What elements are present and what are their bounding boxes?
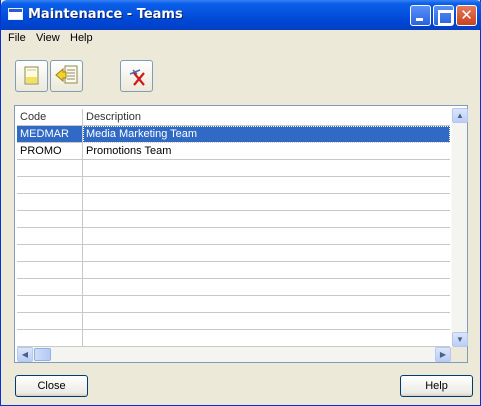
cell-code[interactable] bbox=[17, 313, 83, 330]
cell-code[interactable] bbox=[17, 279, 83, 296]
chevron-down-icon: ▼ bbox=[456, 335, 464, 344]
minimize-icon bbox=[411, 6, 430, 25]
title-bar[interactable]: Maintenance - Teams ✕ bbox=[1, 0, 481, 30]
chevron-left-icon: ◀ bbox=[21, 350, 29, 359]
cell-description[interactable]: Media Marketing Team bbox=[83, 126, 450, 143]
cell-description[interactable] bbox=[83, 228, 450, 245]
empty-row[interactable] bbox=[17, 245, 450, 262]
cell-code[interactable] bbox=[17, 296, 83, 313]
empty-row[interactable] bbox=[17, 296, 450, 313]
new-document-icon bbox=[24, 66, 39, 85]
menu-help[interactable]: Help bbox=[70, 32, 93, 44]
maintenance-teams-window: Maintenance - Teams ✕ File View Help Cod… bbox=[0, 0, 481, 406]
cell-description[interactable] bbox=[83, 245, 450, 262]
cell-description[interactable] bbox=[83, 160, 450, 177]
empty-row[interactable] bbox=[17, 211, 450, 228]
cell-code[interactable]: PROMO bbox=[17, 143, 83, 160]
cell-description[interactable] bbox=[83, 296, 450, 313]
cell-description[interactable]: Promotions Team bbox=[83, 143, 450, 160]
empty-row[interactable] bbox=[17, 330, 450, 347]
scroll-left-button[interactable]: ◀ bbox=[17, 347, 33, 362]
open-record-button[interactable] bbox=[50, 60, 83, 92]
delete-record-button[interactable] bbox=[120, 60, 153, 92]
cell-description[interactable] bbox=[83, 262, 450, 279]
column-header-code[interactable]: Code bbox=[17, 109, 83, 126]
cell-description[interactable] bbox=[83, 194, 450, 211]
scroll-down-button[interactable]: ▼ bbox=[452, 332, 468, 347]
cell-description[interactable] bbox=[83, 211, 450, 228]
cell-code[interactable] bbox=[17, 245, 83, 262]
horizontal-scrollbar[interactable]: ◀ ▶ bbox=[17, 347, 451, 362]
empty-row[interactable] bbox=[17, 279, 450, 296]
chevron-right-icon: ▶ bbox=[439, 350, 447, 359]
cell-code[interactable] bbox=[17, 211, 83, 228]
column-header-description[interactable]: Description bbox=[83, 109, 450, 126]
empty-row[interactable] bbox=[17, 177, 450, 194]
horizontal-scroll-thumb[interactable] bbox=[34, 348, 51, 361]
vertical-scrollbar[interactable]: ▲ ▼ bbox=[451, 108, 468, 347]
scroll-right-button[interactable]: ▶ bbox=[435, 347, 451, 362]
cell-code[interactable] bbox=[17, 228, 83, 245]
cell-code[interactable] bbox=[17, 177, 83, 194]
open-record-icon bbox=[55, 65, 78, 84]
window-icon bbox=[8, 8, 23, 20]
scrollbar-corner bbox=[451, 347, 467, 362]
scroll-up-button[interactable]: ▲ bbox=[452, 108, 468, 123]
cell-code[interactable] bbox=[17, 194, 83, 211]
close-window-button[interactable]: ✕ bbox=[456, 5, 477, 26]
menu-bar: File View Help bbox=[1, 30, 480, 48]
table-row[interactable]: MEDMAR Media Marketing Team bbox=[17, 126, 450, 143]
maximize-button[interactable] bbox=[433, 5, 454, 26]
close-icon: ✕ bbox=[460, 6, 473, 24]
chevron-up-icon: ▲ bbox=[456, 111, 464, 120]
empty-row[interactable] bbox=[17, 194, 450, 211]
help-button[interactable]: Help bbox=[400, 375, 473, 397]
close-button[interactable]: Close bbox=[15, 375, 88, 397]
cell-description[interactable] bbox=[83, 330, 450, 347]
empty-row[interactable] bbox=[17, 262, 450, 279]
menu-file[interactable]: File bbox=[8, 32, 26, 44]
new-record-button[interactable] bbox=[15, 60, 48, 92]
empty-row[interactable] bbox=[17, 160, 450, 177]
cell-code[interactable] bbox=[17, 160, 83, 177]
empty-row[interactable] bbox=[17, 228, 450, 245]
menu-view[interactable]: View bbox=[36, 32, 60, 44]
table-row[interactable]: PROMO Promotions Team bbox=[17, 143, 450, 160]
minimize-button[interactable] bbox=[410, 5, 431, 26]
cell-code[interactable] bbox=[17, 330, 83, 347]
maximize-icon bbox=[434, 6, 453, 25]
grid-header: Code Description bbox=[17, 109, 450, 126]
grid-body: Code Description MEDMAR Media Marketing … bbox=[17, 109, 450, 350]
cell-code[interactable] bbox=[17, 262, 83, 279]
delete-icon bbox=[129, 69, 145, 86]
cell-description[interactable] bbox=[83, 177, 450, 194]
window-title: Maintenance - Teams bbox=[28, 7, 183, 22]
teams-grid[interactable]: Code Description MEDMAR Media Marketing … bbox=[14, 105, 468, 363]
empty-row[interactable] bbox=[17, 313, 450, 330]
cell-code[interactable]: MEDMAR bbox=[17, 126, 83, 143]
cell-description[interactable] bbox=[83, 279, 450, 296]
cell-description[interactable] bbox=[83, 313, 450, 330]
